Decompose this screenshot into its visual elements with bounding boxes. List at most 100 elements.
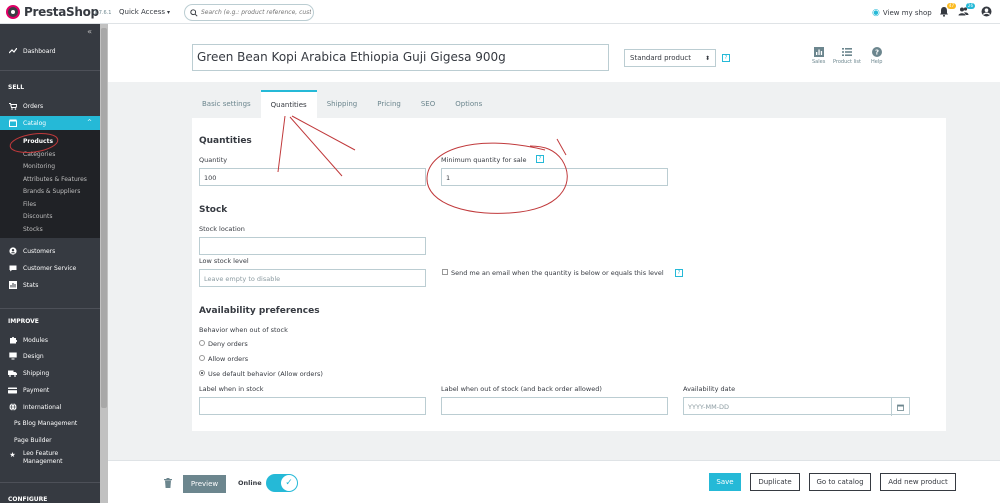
label-in-stock-input[interactable] <box>199 397 426 415</box>
product-name-input[interactable]: Green Bean Kopi Arabica Ethiopia Guji Gi… <box>192 44 609 71</box>
tab-seo[interactable]: SEO <box>411 90 445 118</box>
user-circle-icon <box>981 6 992 17</box>
tab-basic-settings[interactable]: Basic settings <box>192 90 261 118</box>
sidebar-divider <box>0 308 100 309</box>
sidebar-item-leo-feature[interactable]: ★ Leo Feature Management <box>0 450 100 470</box>
radio-default-behavior[interactable] <box>199 370 205 376</box>
sidebar-section-configure: CONFIGURE <box>8 496 48 503</box>
allow-orders-label: Allow orders <box>208 355 249 363</box>
sidebar-subitem-monitoring[interactable]: Monitoring <box>23 163 55 170</box>
low-stock-level-input[interactable]: Leave empty to disable <box>199 269 426 287</box>
sidebar-subitem-discounts[interactable]: Discounts <box>23 213 52 220</box>
view-shop-label: View my shop <box>882 9 932 17</box>
sidebar-subitem-brands-suppliers[interactable]: Brands & Suppliers <box>23 188 80 195</box>
product-type-select[interactable]: Standard product ⬍ <box>624 49 716 67</box>
top-header: PrestaShop 1.7.6.1 Quick Access▾ ◉ View … <box>0 0 1000 24</box>
tab-quantities[interactable]: Quantities <box>260 90 317 118</box>
minimum-quantity-help-icon[interactable]: ? <box>536 155 544 163</box>
svg-text:?: ? <box>875 49 879 57</box>
caret-down-icon: ▾ <box>166 9 170 16</box>
sidebar-item-stats[interactable]: Stats <box>0 278 100 292</box>
sidebar-item-modules[interactable]: Modules <box>0 333 100 347</box>
online-toggle[interactable]: ✓ <box>266 474 298 492</box>
default-behavior-label: Use default behavior (Allow orders) <box>208 370 323 378</box>
product-list-label: Product list <box>833 59 861 65</box>
label-out-of-stock-input[interactable] <box>441 397 668 415</box>
sidebar-item-dashboard[interactable]: Dashboard <box>0 44 100 58</box>
save-button[interactable]: Save <box>709 473 741 491</box>
sidebar-item-label: Catalog <box>23 119 47 127</box>
chevron-up-icon: ^ <box>86 119 92 126</box>
sidebar-nav: « Dashboard SELL Orders Catalog ^ Produc… <box>0 24 100 503</box>
sidebar-item-label: Customers <box>23 247 56 255</box>
truck-icon <box>8 370 17 377</box>
stock-location-input[interactable] <box>199 237 426 255</box>
sidebar-subitem-products[interactable]: Products <box>23 138 53 145</box>
tab-pricing[interactable]: Pricing <box>367 90 411 118</box>
tab-shipping[interactable]: Shipping <box>317 90 368 118</box>
sidebar-item-label: Payment <box>23 386 50 394</box>
sidebar-scrollbar-thumb[interactable] <box>101 28 107 408</box>
stock-heading: Stock <box>199 205 228 215</box>
trash-icon[interactable] <box>164 478 172 490</box>
quick-access-dropdown[interactable]: Quick Access ▾ <box>119 8 170 16</box>
sidebar-item-label: Customer Service <box>23 264 77 272</box>
sidebar-item-international[interactable]: International <box>0 400 100 414</box>
sidebar-item-label: Stats <box>23 281 39 289</box>
product-type-help-icon[interactable]: ? <box>722 54 730 62</box>
radio-deny-orders[interactable] <box>199 340 205 346</box>
sidebar-item-design[interactable]: Design <box>0 349 100 363</box>
duplicate-button[interactable]: Duplicate <box>750 473 800 491</box>
calendar-icon[interactable] <box>891 398 909 416</box>
orders-notification-icon[interactable]: 47 <box>939 3 956 18</box>
low-stock-email-label: Send me an email when the quantity is be… <box>451 269 664 277</box>
preview-button[interactable]: Preview <box>183 475 226 493</box>
sidebar-item-label: Modules <box>23 336 48 344</box>
product-list-button[interactable]: Product list <box>833 47 861 65</box>
search-input[interactable] <box>201 9 311 16</box>
account-icon[interactable] <box>981 6 993 18</box>
go-to-catalog-button[interactable]: Go to catalog <box>809 473 871 491</box>
sidebar-item-payment[interactable]: Payment <box>0 383 100 397</box>
sidebar-subitem-stocks[interactable]: Stocks <box>23 226 43 233</box>
sidebar-item-label: Shipping <box>23 369 50 377</box>
minimum-quantity-input[interactable]: 1 <box>441 168 668 186</box>
globe-icon <box>8 403 17 411</box>
low-stock-email-help-icon[interactable]: ? <box>675 269 683 277</box>
quantity-input[interactable]: 100 <box>199 168 426 186</box>
sidebar-item-catalog[interactable]: Catalog ^ <box>0 116 100 130</box>
availability-heading: Availability preferences <box>199 306 320 316</box>
bar-chart-icon <box>813 47 824 57</box>
star-icon: ★ <box>9 451 16 459</box>
tab-options[interactable]: Options <box>445 90 492 118</box>
sidebar-subitem-categories[interactable]: Categories <box>23 151 55 158</box>
collapse-sidebar-icon[interactable]: « <box>87 27 92 36</box>
low-stock-email-checkbox[interactable] <box>442 269 448 275</box>
customers-notification-icon[interactable]: 26 <box>958 3 975 18</box>
prestashop-logo[interactable]: PrestaShop <box>6 5 99 19</box>
select-arrows-icon: ⬍ <box>704 54 710 62</box>
sidebar-item-page-builder[interactable]: Page Builder <box>0 433 100 447</box>
sidebar-item-orders[interactable]: Orders <box>0 99 100 113</box>
sidebar-item-customer-service[interactable]: Customer Service <box>0 261 100 275</box>
sidebar-item-label: Leo Feature Management <box>23 450 63 466</box>
sales-button[interactable]: Sales <box>812 47 825 65</box>
quantities-heading: Quantities <box>199 136 252 146</box>
sidebar-item-label: Ps Blog Management <box>14 419 78 427</box>
view-my-shop-link[interactable]: ◉ View my shop <box>872 8 932 18</box>
availability-date-input[interactable]: YYYY-MM-DD <box>683 397 910 416</box>
help-button[interactable]: ? Help <box>871 47 882 65</box>
sidebar-item-label: Design <box>23 352 44 360</box>
product-tabs: Basic settings Quantities Shipping Prici… <box>192 90 492 118</box>
sidebar-item-shipping[interactable]: Shipping <box>0 366 100 380</box>
sidebar-item-customers[interactable]: Customers <box>0 244 100 258</box>
leo-feature-line-2: Management <box>23 458 63 465</box>
search-box[interactable] <box>184 4 314 21</box>
sidebar-item-ps-blog[interactable]: Ps Blog Management <box>0 416 100 430</box>
add-new-product-button[interactable]: Add new product <box>880 473 956 491</box>
puffin-logo-icon <box>6 5 20 19</box>
sidebar-subitem-files[interactable]: Files <box>23 201 36 208</box>
radio-allow-orders[interactable] <box>199 355 205 361</box>
sidebar-subitem-attributes-features[interactable]: Attributes & Features <box>23 176 87 183</box>
puzzle-icon <box>8 336 17 344</box>
